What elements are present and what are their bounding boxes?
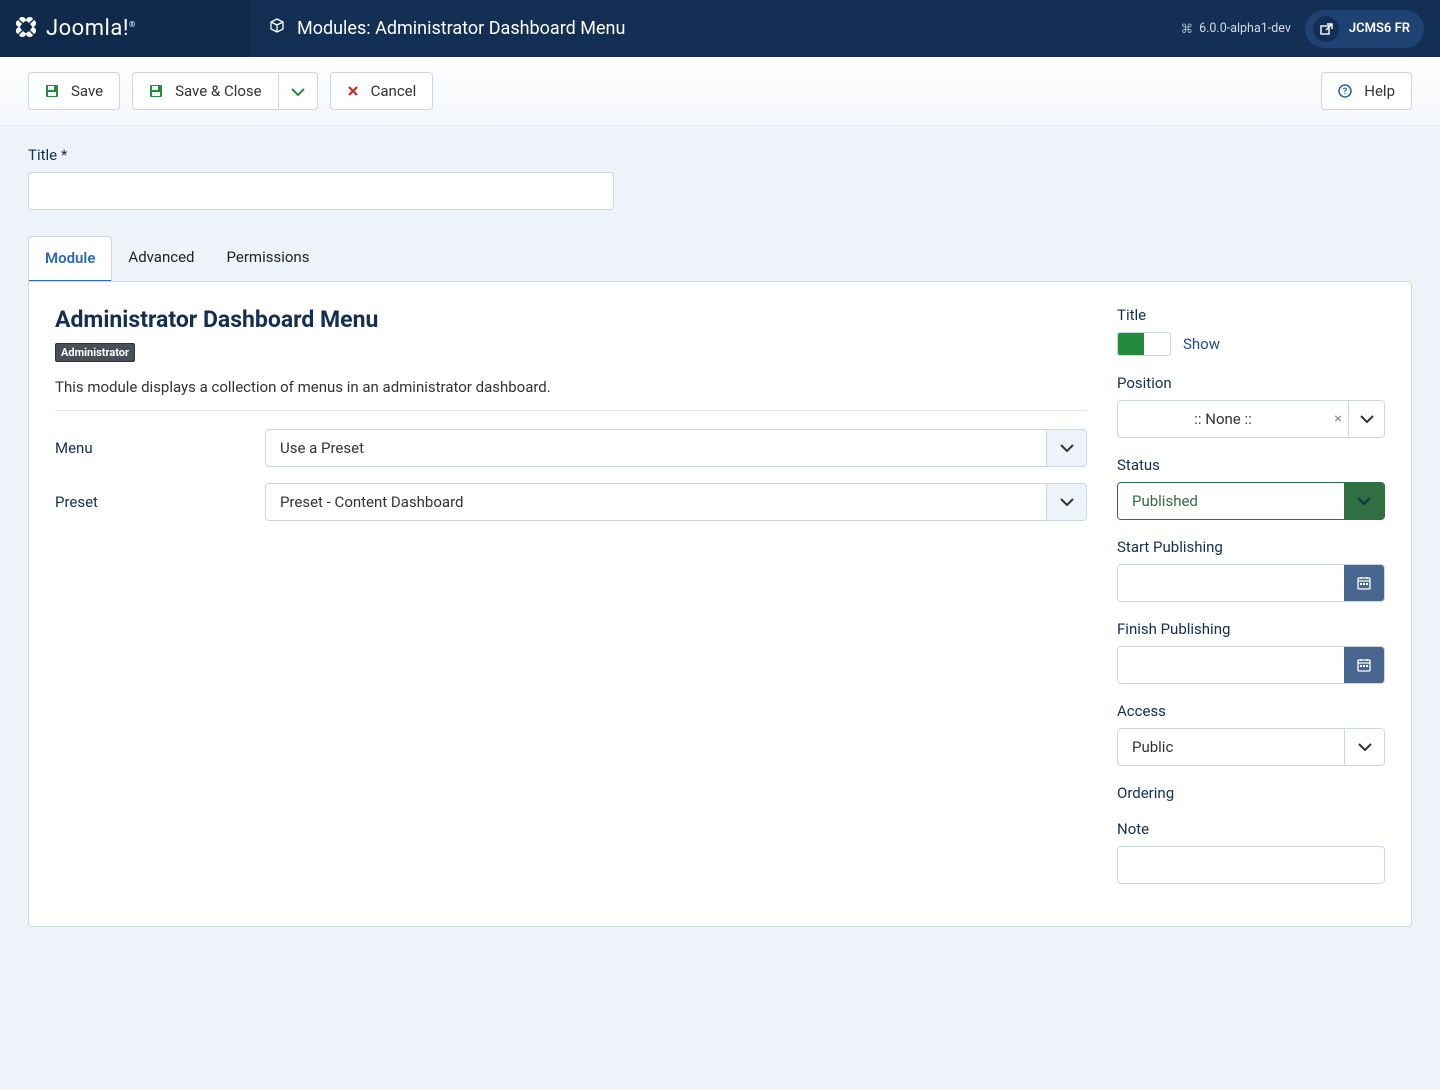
- preset-select[interactable]: Preset - Content Dashboard: [265, 483, 1087, 521]
- clear-icon[interactable]: ×: [1328, 411, 1348, 427]
- preset-label: Preset: [55, 493, 265, 511]
- finish-publishing-label: Finish Publishing: [1117, 620, 1385, 638]
- preset-row: Preset Preset - Content Dashboard: [55, 483, 1087, 521]
- panel-right: Title Show Position :: None :: × Status: [1117, 306, 1385, 902]
- chevron-down-icon: [1344, 729, 1384, 765]
- access-label: Access: [1117, 702, 1385, 720]
- top-header: Joomla!® Modules: Administrator Dashboar…: [0, 0, 1440, 57]
- menu-select[interactable]: Use a Preset: [265, 429, 1087, 467]
- finish-publishing-field[interactable]: [1117, 646, 1385, 684]
- tab-panel: Administrator Dashboard Menu Administrat…: [28, 281, 1412, 927]
- save-icon: [149, 84, 163, 98]
- brand-name: Joomla!®: [46, 16, 136, 41]
- save-close-dropdown-button[interactable]: [279, 72, 318, 110]
- position-label: Position: [1117, 374, 1385, 392]
- finish-publishing-input[interactable]: [1118, 647, 1344, 683]
- status-select[interactable]: Published: [1117, 482, 1385, 520]
- cancel-button[interactable]: Cancel: [330, 72, 434, 110]
- module-box-icon: [269, 18, 285, 39]
- save-close-group: Save & Close: [132, 72, 318, 110]
- panel-left: Administrator Dashboard Menu Administrat…: [55, 306, 1087, 902]
- note-input[interactable]: [1117, 846, 1385, 884]
- help-icon: [1338, 84, 1352, 98]
- calendar-icon[interactable]: [1344, 647, 1384, 683]
- help-button[interactable]: Help: [1321, 72, 1412, 110]
- tab-module[interactable]: Module: [28, 236, 112, 281]
- chevron-down-icon: [1348, 401, 1384, 437]
- chevron-down-icon: [291, 82, 305, 100]
- showtitle-value: Show: [1183, 335, 1220, 353]
- client-badge: Administrator: [55, 343, 135, 362]
- start-publishing-label: Start Publishing: [1117, 538, 1385, 556]
- content-area: Title * Module Advanced Permissions Admi…: [0, 126, 1440, 968]
- save-icon: [45, 84, 59, 98]
- menu-label: Menu: [55, 439, 265, 457]
- menu-row: Menu Use a Preset: [55, 429, 1087, 467]
- tab-bar: Module Advanced Permissions: [28, 236, 1412, 282]
- site-link-button[interactable]: JCMS6 FR: [1305, 10, 1424, 48]
- page-title-wrap: Modules: Administrator Dashboard Menu: [251, 18, 625, 39]
- chevron-down-icon: [1046, 430, 1086, 466]
- chevron-down-icon: [1344, 483, 1384, 519]
- joomla-small-icon: ⌘: [1181, 21, 1194, 37]
- status-label: Status: [1117, 456, 1385, 474]
- note-label: Note: [1117, 820, 1385, 838]
- brand-area[interactable]: Joomla!®: [0, 0, 251, 57]
- page-title: Modules: Administrator Dashboard Menu: [297, 18, 625, 39]
- external-link-icon: [1313, 16, 1339, 42]
- showtitle-toggle[interactable]: [1117, 332, 1171, 356]
- position-select[interactable]: :: None :: ×: [1117, 400, 1385, 438]
- tab-advanced[interactable]: Advanced: [112, 236, 210, 281]
- action-toolbar: Save Save & Close Cancel Help: [0, 57, 1440, 126]
- module-description: This module displays a collection of men…: [55, 378, 1087, 396]
- separator: [55, 410, 1087, 411]
- module-heading: Administrator Dashboard Menu: [55, 306, 1087, 333]
- title-label: Title *: [28, 146, 1412, 164]
- start-publishing-field[interactable]: [1117, 564, 1385, 602]
- start-publishing-input[interactable]: [1118, 565, 1344, 601]
- showtitle-label: Title: [1117, 306, 1385, 324]
- save-close-button[interactable]: Save & Close: [132, 72, 279, 110]
- chevron-down-icon: [1046, 484, 1086, 520]
- save-button[interactable]: Save: [28, 72, 120, 110]
- calendar-icon[interactable]: [1344, 565, 1384, 601]
- close-icon: [347, 85, 359, 97]
- access-select[interactable]: Public: [1117, 728, 1385, 766]
- version-indicator[interactable]: ⌘ 6.0.0-alpha1-dev: [1181, 21, 1291, 37]
- ordering-label: Ordering: [1117, 784, 1385, 802]
- title-input[interactable]: [28, 172, 614, 210]
- joomla-logo-icon: [14, 15, 38, 43]
- tab-permissions[interactable]: Permissions: [211, 236, 326, 281]
